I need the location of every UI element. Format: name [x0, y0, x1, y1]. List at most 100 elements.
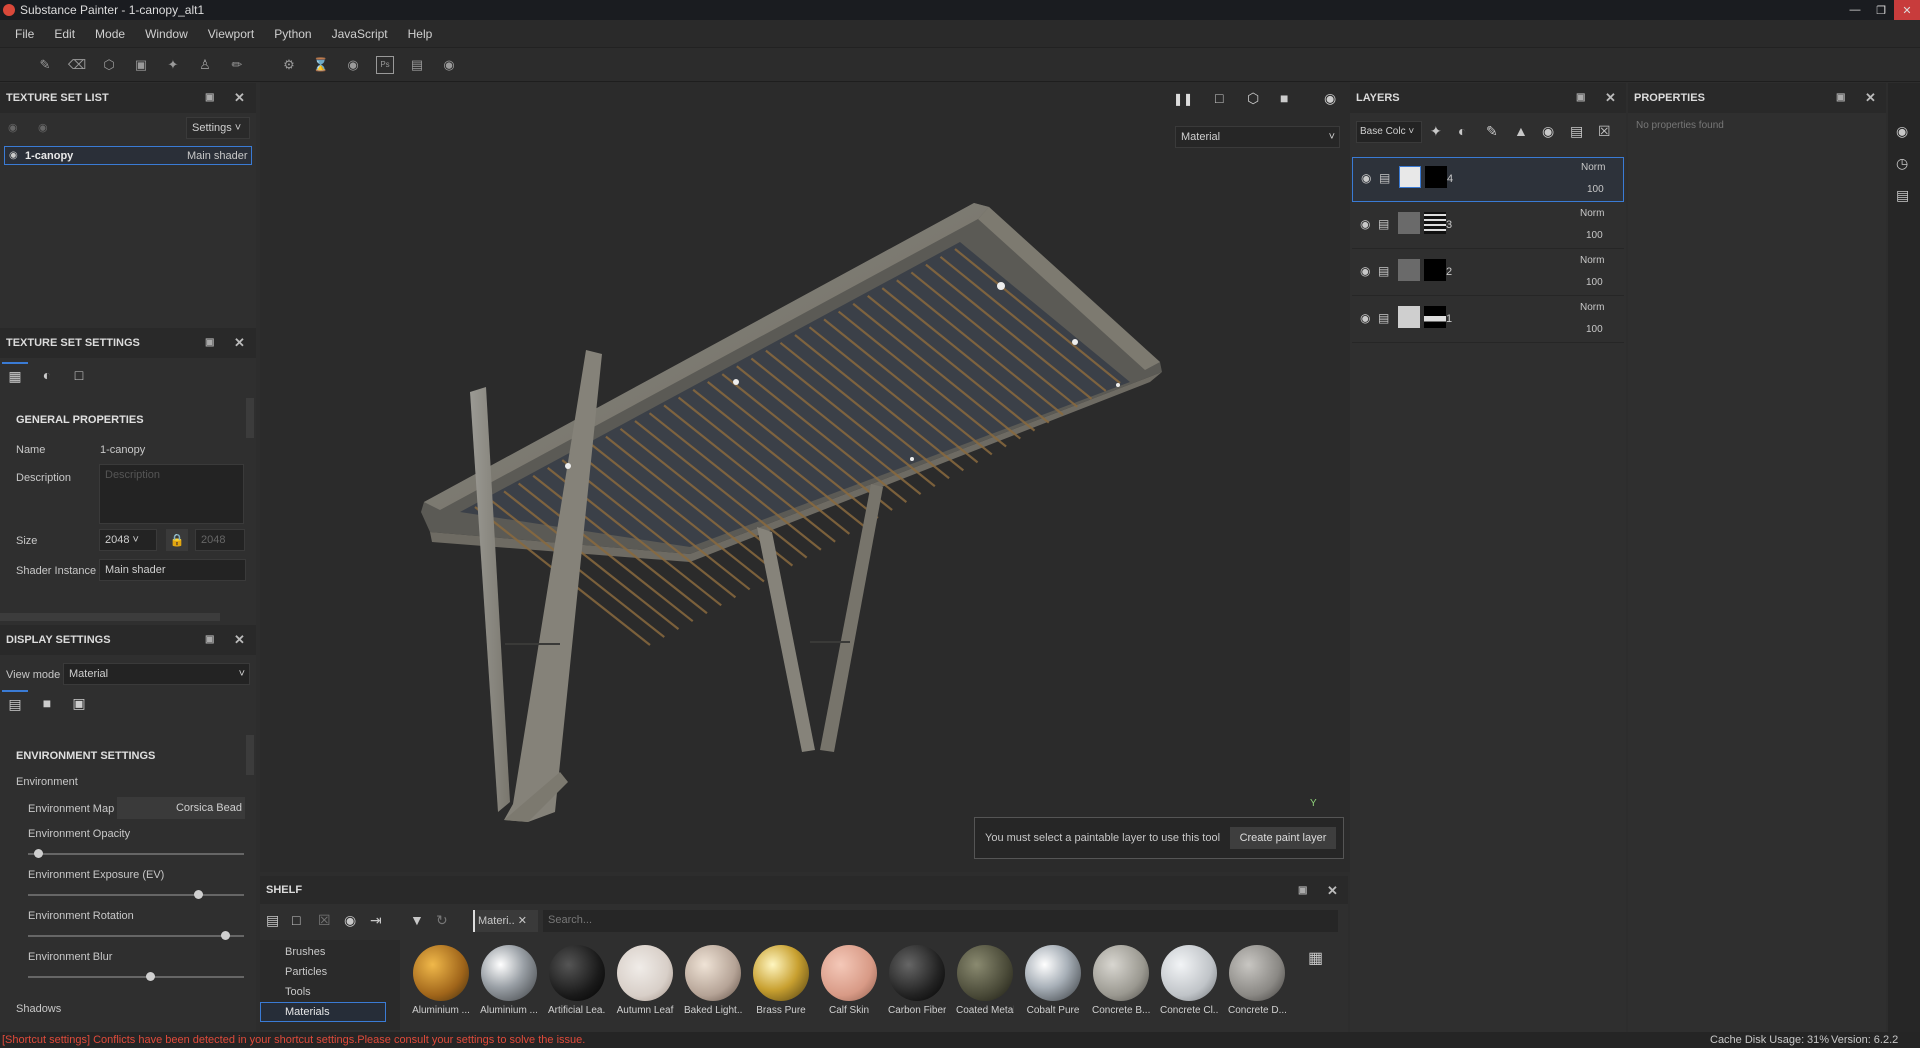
environment-blur-slider[interactable]: [28, 972, 244, 981]
float-panel-icon[interactable]: ▣: [1298, 885, 1307, 896]
add-effect-icon[interactable]: ✦: [1430, 123, 1442, 140]
size-dropdown-2[interactable]: 2048: [195, 529, 245, 551]
layer-row[interactable]: ◉ ▤ 2 Norm 100: [1352, 251, 1624, 296]
material-item[interactable]: Carbon Fiber: [888, 945, 946, 1016]
close-panel-icon[interactable]: ✕: [1865, 90, 1876, 106]
material-item[interactable]: Aluminium ...: [480, 945, 538, 1016]
mask-thumbnail[interactable]: [1424, 306, 1446, 328]
category-brushes[interactable]: Brushes: [285, 946, 325, 958]
projection-icon[interactable]: ⬡: [100, 56, 118, 74]
viewer-tab-icon[interactable]: ▣: [66, 690, 92, 716]
settings-gear-icon[interactable]: ⚙: [280, 56, 298, 74]
folder-icon[interactable]: ▤: [266, 912, 279, 929]
layer-thumbnail[interactable]: [1399, 166, 1421, 188]
blend-mode-dropdown[interactable]: Norm: [1580, 208, 1604, 219]
blend-mode-dropdown[interactable]: Norm: [1580, 255, 1604, 266]
scrollbar[interactable]: [246, 398, 254, 438]
texture-icon[interactable]: ◉: [344, 56, 362, 74]
screenshot-icon[interactable]: ◉: [1324, 90, 1336, 107]
close-panel-icon[interactable]: ✕: [234, 90, 245, 106]
view-mode-dropdown[interactable]: Material ˅: [63, 663, 250, 685]
export-icon[interactable]: ▤: [408, 56, 426, 74]
eye-toggle-icon[interactable]: ◉: [8, 121, 18, 134]
close-panel-icon[interactable]: ✕: [234, 335, 245, 351]
import-icon[interactable]: ⇥: [370, 912, 382, 929]
shader-settings-icon[interactable]: ◉: [1896, 123, 1908, 140]
add-fill-layer-icon[interactable]: ▲: [1514, 123, 1528, 139]
color-picker-icon[interactable]: ✏: [228, 56, 246, 74]
mask-thumbnail[interactable]: [1424, 259, 1446, 281]
menu-edit[interactable]: Edit: [44, 27, 85, 41]
material-item[interactable]: Concrete B...: [1092, 945, 1150, 1016]
layer-opacity[interactable]: 100: [1586, 277, 1603, 288]
material-item[interactable]: Coated Metal: [956, 945, 1014, 1016]
paint-brush-icon[interactable]: ✎: [36, 56, 54, 74]
smudge-icon[interactable]: ✦: [164, 56, 182, 74]
layer-row[interactable]: ◉ ▤ 4 Norm 100: [1352, 157, 1624, 202]
material-item[interactable]: Calf Skin: [820, 945, 878, 1016]
material-item[interactable]: Concrete Cl...: [1160, 945, 1218, 1016]
uv-tab-icon[interactable]: □: [66, 362, 92, 388]
material-item[interactable]: Concrete D...: [1228, 945, 1286, 1016]
layer-opacity[interactable]: 100: [1586, 230, 1603, 241]
filter-tag[interactable]: Materi.. ✕: [473, 910, 538, 932]
material-item[interactable]: Aluminium ...: [412, 945, 470, 1016]
float-panel-icon[interactable]: ▣: [1576, 92, 1585, 103]
menu-javascript[interactable]: JavaScript: [322, 27, 398, 41]
add-paint-layer-icon[interactable]: ✎: [1486, 123, 1498, 140]
history-icon[interactable]: ◷: [1896, 155, 1908, 172]
refresh-icon[interactable]: ↻: [436, 912, 448, 929]
pause-icon[interactable]: ❚❚: [1173, 92, 1193, 106]
shelf-search-input[interactable]: Search...: [543, 910, 1338, 932]
menu-python[interactable]: Python: [264, 27, 321, 41]
category-particles[interactable]: Particles: [285, 966, 327, 978]
horizontal-scrollbar[interactable]: [0, 613, 220, 621]
photoshop-icon[interactable]: Ps: [376, 55, 394, 74]
perspective-icon[interactable]: □: [1215, 90, 1223, 106]
filter-icon[interactable]: ▼: [410, 912, 424, 928]
material-tab-icon[interactable]: ◐: [34, 362, 60, 388]
eraser-icon[interactable]: ⌫: [68, 56, 86, 74]
channel-dropdown[interactable]: Base Colc ˅: [1356, 121, 1422, 143]
new-shelf-icon[interactable]: □: [292, 912, 300, 928]
delete-shelf-icon[interactable]: ☒: [318, 912, 331, 929]
eye-icon[interactable]: ◉: [1360, 217, 1370, 231]
slider-knob[interactable]: [193, 890, 203, 899]
close-panel-icon[interactable]: ✕: [1327, 883, 1338, 899]
minimize-icon[interactable]: —: [1842, 0, 1868, 20]
viewport[interactable]: ❚❚ □ ⬡ ■ ◉ Material ˅ Y You must select a…: [260, 82, 1350, 872]
lock-icon[interactable]: 🔒: [166, 529, 188, 551]
menu-file[interactable]: File: [5, 27, 44, 41]
environment-exposure-slider[interactable]: [28, 890, 244, 899]
material-item[interactable]: Brass Pure: [752, 945, 810, 1016]
material-item[interactable]: Cobalt Pure: [1024, 945, 1082, 1016]
menu-window[interactable]: Window: [135, 27, 198, 41]
category-materials[interactable]: Materials: [260, 1002, 386, 1022]
category-tools[interactable]: Tools: [285, 986, 311, 998]
hide-icon[interactable]: ◉: [344, 912, 356, 929]
eye-icon[interactable]: ◉: [9, 150, 18, 161]
menu-viewport[interactable]: Viewport: [198, 27, 264, 41]
mask-thumbnail[interactable]: [1425, 166, 1447, 188]
layer-opacity[interactable]: 100: [1586, 324, 1603, 335]
environment-rotation-slider[interactable]: [28, 931, 244, 940]
description-field[interactable]: Description: [99, 464, 244, 524]
menu-mode[interactable]: Mode: [85, 27, 135, 41]
camera-icon[interactable]: ■: [1280, 90, 1288, 106]
cube-view-icon[interactable]: ⬡: [1247, 90, 1259, 107]
close-panel-icon[interactable]: ✕: [1605, 90, 1616, 106]
create-paint-layer-button[interactable]: Create paint layer: [1230, 827, 1336, 849]
mask-thumbnail[interactable]: [1424, 212, 1446, 234]
settings-dropdown[interactable]: Settings ˅: [186, 117, 250, 139]
eye-icon[interactable]: ◉: [1360, 264, 1370, 278]
material-item[interactable]: Autumn Leaf: [616, 945, 674, 1016]
blend-mode-dropdown[interactable]: Norm: [1580, 302, 1604, 313]
texture-set-tab-icon[interactable]: ▦: [2, 362, 28, 388]
layer-opacity[interactable]: 100: [1587, 184, 1604, 195]
environment-tab-icon[interactable]: ▤: [2, 690, 28, 716]
name-field[interactable]: 1-canopy: [100, 444, 145, 456]
camera-tab-icon[interactable]: ■: [34, 690, 60, 716]
clone-icon[interactable]: ♙: [196, 56, 214, 74]
eye-icon[interactable]: ◉: [1361, 171, 1371, 185]
add-folder-icon[interactable]: ▤: [1570, 123, 1583, 140]
